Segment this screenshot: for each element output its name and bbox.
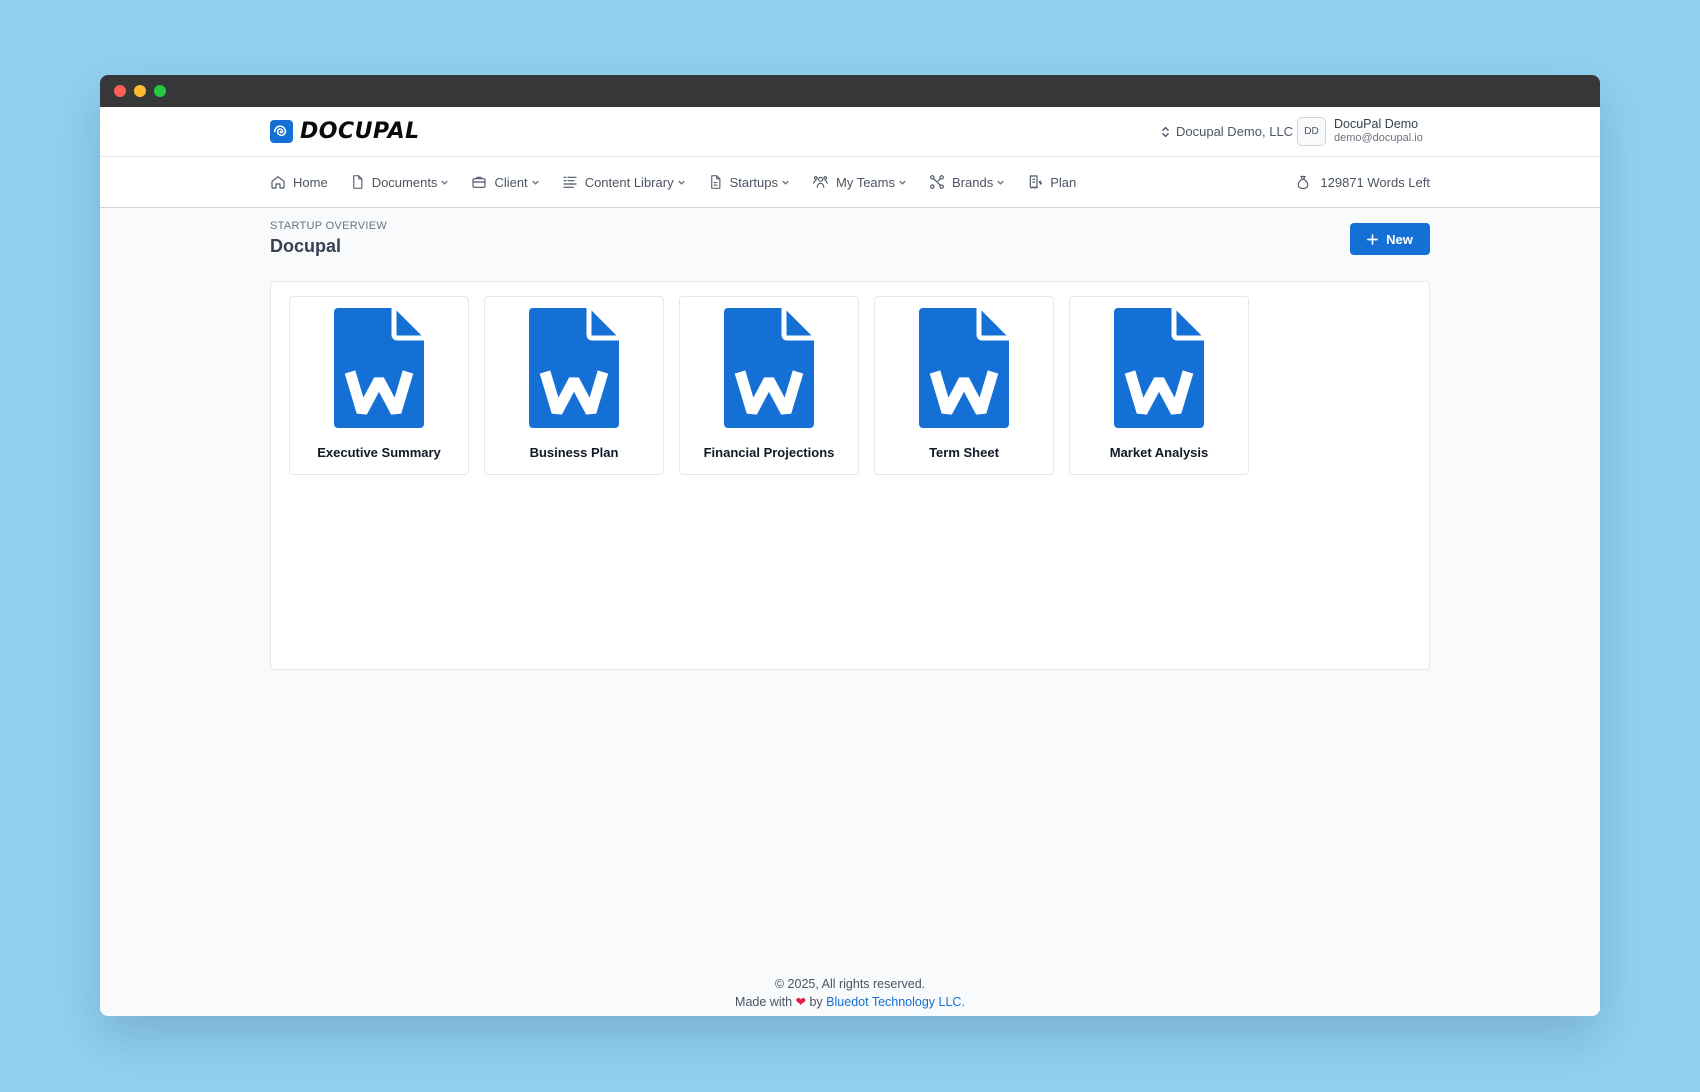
document-card[interactable]: Business Plan [484, 296, 664, 475]
main-navigation: Home Documents Client Content Library St… [100, 157, 1600, 208]
footer-copyright: © 2025, All rights reserved. [774, 977, 926, 991]
user-avatar[interactable]: DD [1297, 117, 1326, 146]
docupal-logo[interactable]: DOCUPAL [270, 119, 420, 144]
user-name: DocuPal Demo [1334, 117, 1419, 131]
page-header: STARTUP OVERVIEW Docupal New [100, 208, 1600, 281]
nav-item-home[interactable]: Home [270, 174, 328, 190]
word-document-icon [1114, 308, 1204, 428]
briefcase-icon [472, 176, 487, 188]
nav-label-startups: Startups [729, 174, 778, 190]
nav-label-my-teams: My Teams [836, 174, 895, 190]
document-card[interactable]: Financial Projections [679, 296, 859, 475]
window-titlebar [100, 75, 1600, 107]
footer: © 2025, All rights reserved. Made with ❤… [100, 975, 1600, 1011]
chevron-down-icon [997, 180, 1004, 185]
page-eyebrow: STARTUP OVERVIEW [270, 220, 388, 232]
document-cards: Executive Summary Business Plan Financial … [289, 296, 1249, 475]
document-card-label: Executive Summary [317, 445, 441, 460]
user-email: demo@docupal.io [1334, 132, 1423, 144]
documents-panel: Executive Summary Business Plan Financial … [270, 281, 1430, 670]
document-card[interactable]: Term Sheet [874, 296, 1054, 475]
nav-item-brands[interactable]: Brands [929, 174, 1005, 190]
nav-item-startups[interactable]: Startups [708, 174, 790, 190]
browser-window: DOCUPAL Docupal Demo, LLC DD DocuPal Dem… [100, 75, 1600, 1016]
document-card-label: Market Analysis [1109, 445, 1209, 460]
list-text-icon [563, 176, 577, 188]
receipt-dollar-icon [1029, 175, 1043, 189]
new-button-label: New [1386, 231, 1413, 247]
new-button[interactable]: New [1350, 223, 1430, 255]
company-link[interactable]: Bluedot Technology LLC. [826, 995, 965, 1009]
chevron-down-icon [441, 180, 449, 185]
footer-by: by [809, 995, 823, 1009]
top-header: DOCUPAL Docupal Demo, LLC DD DocuPal Dem… [100, 107, 1600, 157]
word-document-icon [919, 308, 1009, 428]
document-card-label: Business Plan [529, 445, 619, 460]
heart-icon: ❤ [795, 995, 806, 1009]
footer-made-with: Made with [735, 995, 793, 1009]
logo-text: DOCUPAL [300, 119, 420, 144]
maximize-window-dot[interactable] [154, 85, 166, 97]
nav-item-documents[interactable]: Documents [350, 174, 450, 190]
organization-name: Docupal Demo, LLC [1176, 124, 1294, 139]
document-card[interactable]: Market Analysis [1069, 296, 1249, 475]
money-bag-icon [1297, 175, 1309, 189]
document-icon [352, 175, 363, 189]
chevron-down-icon [532, 180, 539, 185]
nav-label-content-library: Content Library [584, 174, 674, 190]
chevron-down-icon [677, 180, 685, 185]
share-nodes-icon [930, 175, 944, 189]
nav-label-brands: Brands [952, 174, 994, 190]
words-left-indicator: 129871 Words Left [1295, 157, 1430, 207]
words-left-text: 129871 Words Left [1320, 174, 1430, 190]
nav-item-my-teams[interactable]: My Teams [812, 174, 907, 190]
team-icon [813, 176, 828, 188]
spiral-logo-icon [270, 120, 293, 143]
nav-label-client: Client [494, 174, 528, 190]
footer-credit: Made with ❤ by Bluedot Technology LLC. [100, 993, 1600, 1011]
nav-item-client[interactable]: Client [471, 174, 539, 190]
page-title: Docupal [270, 236, 342, 256]
document-card-label: Term Sheet [929, 445, 999, 460]
word-document-icon [724, 308, 814, 428]
nav-item-content-library[interactable]: Content Library [562, 174, 686, 190]
document-card-label: Financial Projections [703, 445, 835, 460]
chevron-down-icon [899, 180, 906, 185]
minimize-window-dot[interactable] [134, 85, 146, 97]
nav-label-documents: Documents [371, 174, 438, 190]
chevron-up-down-icon [1162, 126, 1169, 137]
nav-label-plan: Plan [1050, 174, 1077, 190]
organization-switcher[interactable]: Docupal Demo, LLC [1160, 124, 1293, 139]
file-icon [710, 175, 720, 189]
nav-item-plan[interactable]: Plan [1027, 174, 1076, 190]
chevron-down-icon [782, 180, 789, 185]
close-window-dot[interactable] [114, 85, 126, 97]
nav-label-home: Home [293, 174, 328, 190]
user-info[interactable]: DocuPal Demo demo@docupal.io [1334, 117, 1423, 145]
home-icon [271, 176, 285, 189]
plus-icon [1367, 233, 1379, 245]
document-card[interactable]: Executive Summary [289, 296, 469, 475]
word-document-icon [334, 308, 424, 428]
word-document-icon [529, 308, 619, 428]
